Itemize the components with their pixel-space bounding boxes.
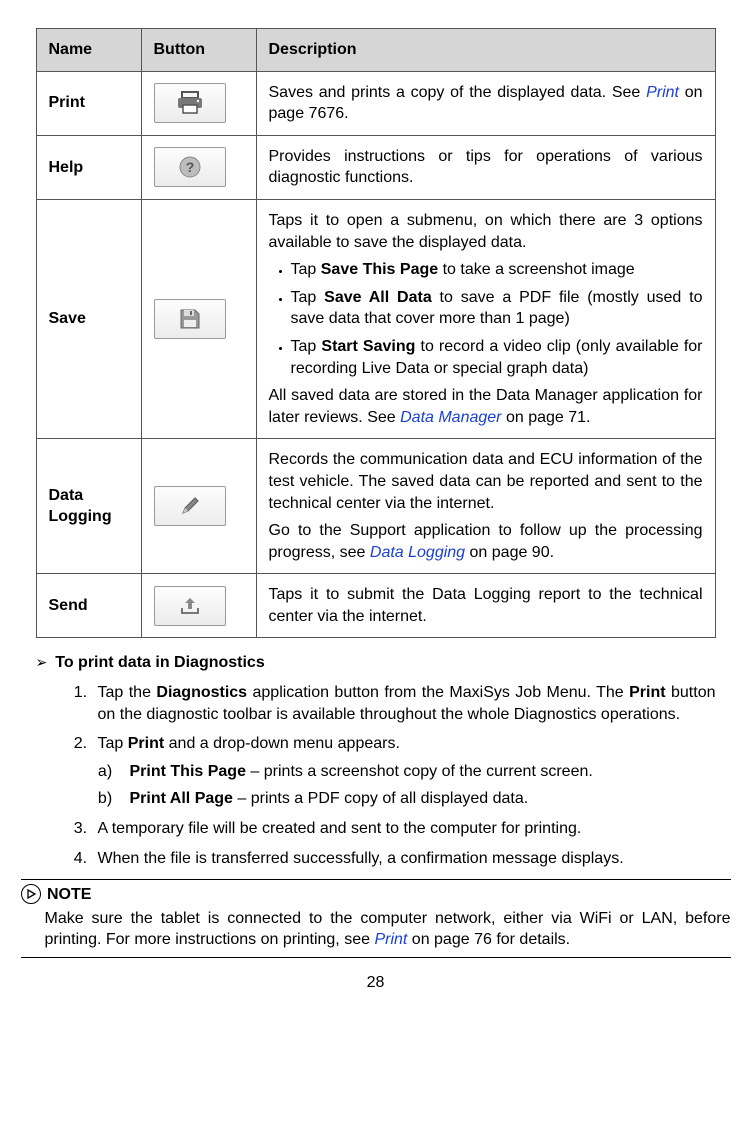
row-print: Print Saves and prints a copy of the dis… xyxy=(36,71,715,135)
step-4: When the file is transferred successfull… xyxy=(92,848,716,870)
cell-button-save xyxy=(141,199,256,438)
cell-button-help: ? xyxy=(141,135,256,199)
bold: Print All Page xyxy=(130,790,233,807)
text: to take a screenshot image xyxy=(438,261,635,278)
note-icon xyxy=(21,884,41,904)
text: Tap xyxy=(291,338,322,355)
bold: Print xyxy=(629,684,665,701)
triangle-bullet-icon: ➢ xyxy=(36,653,48,674)
cell-desc-data-logging: Records the communication data and ECU i… xyxy=(256,439,715,574)
col-header-button: Button xyxy=(141,29,256,72)
save-icon xyxy=(154,299,226,339)
page-number: 28 xyxy=(20,972,731,994)
save-opt-2: Tap Save All Data to save a PDF file (mo… xyxy=(291,287,703,330)
cell-desc-save: Taps it to open a submenu, on which ther… xyxy=(256,199,715,438)
link-print-note[interactable]: Print xyxy=(374,931,407,948)
cell-name-send: Send xyxy=(36,574,141,638)
procedure-heading: ➢ To print data in Diagnostics xyxy=(36,652,716,674)
col-header-name: Name xyxy=(36,29,141,72)
note-box: NOTE Make sure the tablet is connected t… xyxy=(21,879,731,958)
cell-name-data-logging: Data Logging xyxy=(36,439,141,574)
cell-name-help: Help xyxy=(36,135,141,199)
cell-desc-print: Saves and prints a copy of the displayed… xyxy=(256,71,715,135)
cell-desc-send: Taps it to submit the Data Logging repor… xyxy=(256,574,715,638)
step-2a: Print This Page – prints a screenshot co… xyxy=(126,761,716,783)
text: Tap xyxy=(98,735,128,752)
toolbar-button-reference-table: Name Button Description Print Saves and … xyxy=(36,28,716,638)
text: on page 90. xyxy=(465,544,554,561)
cell-name-save: Save xyxy=(36,199,141,438)
link-data-logging[interactable]: Data Logging xyxy=(370,544,465,561)
text: application button from the MaxiSys Job … xyxy=(247,684,629,701)
save-opt-1: Tap Save This Page to take a screenshot … xyxy=(291,259,703,281)
text: Taps it to open a submenu, on which ther… xyxy=(269,210,703,253)
text: – prints a screenshot copy of the curren… xyxy=(246,763,593,780)
print-icon xyxy=(154,83,226,123)
row-help: Help ? Provides instructions or tips for… xyxy=(36,135,715,199)
save-opt-3: Tap Start Saving to record a video clip … xyxy=(291,336,703,379)
text: Tap the xyxy=(98,684,157,701)
text: Taps it to submit the Data Logging repor… xyxy=(269,584,703,627)
help-icon: ? xyxy=(154,147,226,187)
note-label: NOTE xyxy=(47,886,91,903)
step-2b: Print All Page – prints a PDF copy of al… xyxy=(126,788,716,810)
text: Records the communication data and ECU i… xyxy=(269,449,703,514)
procedure-section: ➢ To print data in Diagnostics Tap the Di… xyxy=(36,652,716,869)
text: Tap xyxy=(291,289,325,306)
bold: Diagnostics xyxy=(156,684,247,701)
bold: Start Saving xyxy=(321,338,415,355)
cell-button-data-logging xyxy=(141,439,256,574)
link-data-manager[interactable]: Data Manager xyxy=(400,409,501,426)
text: on page 71. xyxy=(502,409,591,426)
row-send: Send Taps it to submit the Data Logging … xyxy=(36,574,715,638)
row-save: Save Taps it to open a submenu, on which… xyxy=(36,199,715,438)
text: – prints a PDF copy of all displayed dat… xyxy=(233,790,528,807)
text: Saves and prints a copy of the displayed… xyxy=(269,84,647,101)
heading-text: To print data in Diagnostics xyxy=(55,654,265,671)
col-header-description: Description xyxy=(256,29,715,72)
cell-desc-help: Provides instructions or tips for operat… xyxy=(256,135,715,199)
pencil-icon xyxy=(154,486,226,526)
text: Provides instructions or tips for operat… xyxy=(269,146,703,189)
text: and a drop-down menu appears. xyxy=(164,735,400,752)
cell-button-print xyxy=(141,71,256,135)
bold: Print xyxy=(128,735,164,752)
step-3: A temporary file will be created and sen… xyxy=(92,818,716,840)
text: Tap xyxy=(291,261,321,278)
upload-icon xyxy=(154,586,226,626)
bold: Print This Page xyxy=(130,763,246,780)
step-1: Tap the Diagnostics application button f… xyxy=(92,682,716,725)
svg-text:?: ? xyxy=(185,159,194,175)
cell-button-send xyxy=(141,574,256,638)
cell-name-print: Print xyxy=(36,71,141,135)
link-print[interactable]: Print xyxy=(646,84,679,101)
row-data-logging: Data Logging Records the communication d… xyxy=(36,439,715,574)
step-2: Tap Print and a drop-down menu appears. … xyxy=(92,733,716,810)
text: on page 76 for details. xyxy=(407,931,570,948)
bold: Save All Data xyxy=(324,289,432,306)
note-body: Make sure the tablet is connected to the… xyxy=(45,908,731,951)
bold: Save This Page xyxy=(321,261,438,278)
